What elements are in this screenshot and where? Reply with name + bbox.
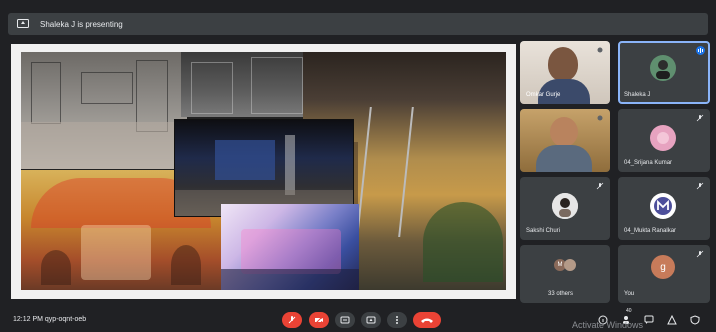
more-options-button[interactable] [387,312,407,328]
mic-off-icon [695,249,705,259]
end-call-button[interactable] [413,312,441,328]
avatar: g [651,255,675,279]
chat-icon [644,315,654,324]
mic-off-icon [288,316,296,324]
participant-name: 04_Srijana Kumar [624,160,673,166]
set-construction-photo [21,52,187,169]
participant-tile[interactable]: Shaleka J [618,41,710,104]
activate-windows-watermark: Activate Windows [572,320,644,330]
present-screen-icon [366,316,376,324]
chat-button[interactable] [643,314,655,326]
participant-name: Omkar Gurje [526,92,561,98]
participant-tile[interactable]: 04_Srijana Kumar [618,109,710,172]
present-screen-button[interactable] [361,312,381,328]
mic-off-icon [695,113,705,123]
more-options-icon[interactable] [595,45,605,55]
captions-icon [340,316,350,324]
studio-stage-photo [174,119,354,217]
participant-tile[interactable]: 04_Mukta Ranalkar [618,177,710,240]
avatar [650,193,676,219]
others-count: 33 others [548,291,574,297]
shared-screen [11,44,516,299]
mic-off-icon [595,181,605,191]
participant-count: 40 [626,308,632,314]
participant-name: Sakshi Churi [526,228,561,234]
present-icon [16,18,30,30]
more-options-icon[interactable] [595,113,605,123]
participant-name: You [624,291,635,297]
activities-button[interactable] [666,314,678,326]
mic-toggle-button[interactable] [282,312,302,328]
participant-tile[interactable]: Omkar Gurje [520,41,610,104]
shield-icon [690,315,700,325]
participant-name: 04_Mukta Ranalkar [624,228,677,234]
meeting-window: Shaleka J is presenting Omkar Gurje Shal… [0,0,716,332]
participant-tile[interactable]: g You [618,245,710,303]
participant-tile[interactable] [520,109,610,172]
pink-set-photo [221,204,359,290]
presenting-text: Shaleka J is presenting [40,19,123,29]
others-tile[interactable]: M 33 others [520,245,610,303]
time-and-meeting-code: 12:12 PM qyp-oqnt-oeb [13,316,87,323]
presenting-bar: Shaleka J is presenting [8,13,708,35]
captions-button[interactable] [335,312,355,328]
camera-toggle-button[interactable] [309,312,329,328]
mic-off-icon [695,181,705,191]
participant-name: Shaleka J [624,92,651,98]
presentation-slide [21,52,506,290]
avatar [650,125,676,151]
avatar-letter: g [660,261,666,273]
avatar [650,55,676,81]
end-call-icon [421,318,433,323]
activities-icon [667,315,677,325]
participant-grid: Omkar Gurje Shaleka J 04_Srijana Kumar S… [520,41,710,303]
participant-tile[interactable]: Sakshi Churi [520,177,610,240]
studio-roof-photo [181,52,311,117]
avatar [564,259,576,271]
avatar [552,193,578,219]
mic-active-icon [695,45,705,55]
host-controls-button[interactable] [689,314,701,326]
more-vert-icon [396,316,398,324]
camera-off-icon [314,315,324,325]
